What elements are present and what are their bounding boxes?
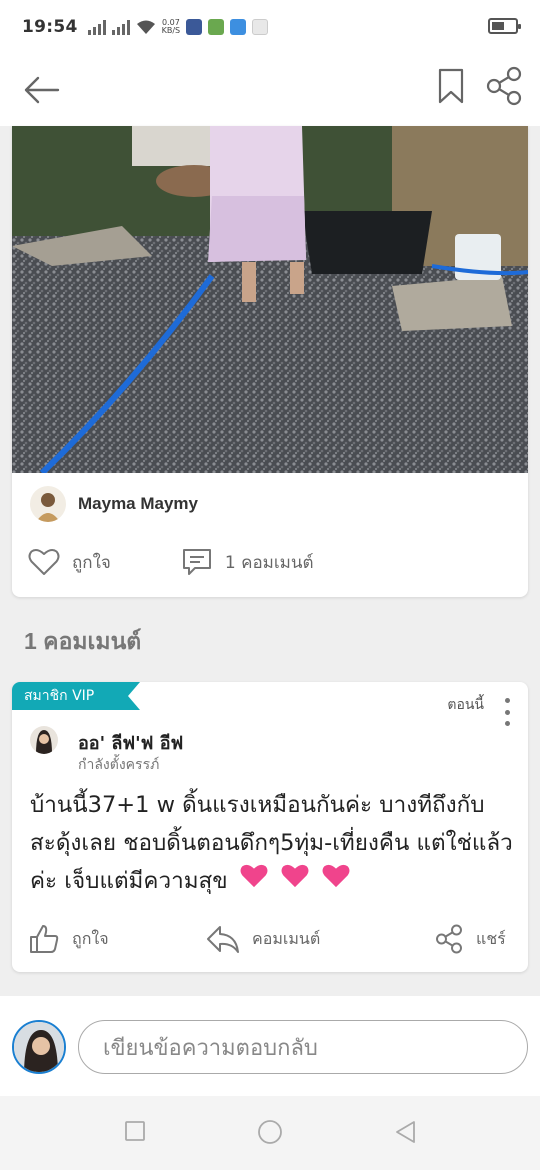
comment-text: บ้านนี้37+1 w ดิ้นแรงเหมือนกันค่ะ บางทีถ… (30, 792, 513, 894)
home-button[interactable] (256, 1120, 284, 1148)
post-like-label: ถูกใจ (72, 552, 111, 573)
heart-icon (28, 548, 60, 575)
post-card: Mayma Maymy ถูกใจ 1 คอมเมนต์ (12, 126, 528, 597)
commenter-avatar[interactable] (30, 726, 58, 754)
post-actions: ถูกใจ 1 คอมเมนต์ (28, 540, 508, 584)
author-name[interactable]: Mayma Maymy (78, 494, 198, 514)
comment-body: บ้านนี้37+1 w ดิ้นแรงเหมือนกันค่ะ บางทีถ… (30, 786, 516, 901)
sparkling-heart-icon (280, 863, 310, 901)
reply-bar: เขียนข้อความตอบกลับ (0, 996, 540, 1096)
share-button[interactable] (484, 66, 524, 106)
status-icons: 0.07 KB/S (87, 19, 269, 35)
share-icon (436, 924, 462, 954)
app-notification-icon (208, 19, 225, 35)
bookmark-button[interactable] (436, 66, 466, 106)
thumbs-up-icon (30, 925, 59, 953)
commenter-name[interactable]: ออ' ลีฟ'ฟ อีฟ (78, 728, 183, 757)
app-heart-icon (252, 19, 269, 35)
reply-input[interactable]: เขียนข้อความตอบกลับ (78, 1020, 528, 1074)
comment-reply-label: คอมเมนต์ (252, 928, 321, 948)
post-author[interactable]: Mayma Maymy (30, 486, 198, 522)
comment-like-button[interactable]: ถูกใจ (28, 924, 109, 954)
comment-bubble-icon (182, 549, 211, 575)
sparkling-heart-icon (239, 863, 269, 901)
network-speed: 0.07 KB/S (162, 19, 181, 35)
app-bar (0, 54, 540, 126)
bookmark-icon (438, 68, 464, 104)
post-comment-count: 1 คอมเมนต์ (224, 552, 314, 573)
comment-share-label: แชร์ (476, 928, 506, 948)
comment-like-label: ถูกใจ (72, 928, 109, 948)
commenter-status: กำลังตั้งครรภ์ (78, 757, 160, 773)
more-options-icon[interactable] (502, 698, 512, 726)
wifi-icon (136, 20, 155, 34)
system-nav-bar (0, 1096, 540, 1170)
post-comment-button[interactable]: 1 คอมเมนต์ (181, 547, 314, 577)
back-button[interactable] (20, 68, 64, 112)
battery-icon (488, 18, 521, 34)
comment-card: สมาชิก VIP ตอนนี้ ออ' ลีฟ'ฟ อีฟ กำลังตั้… (12, 682, 528, 972)
share-icon (486, 66, 522, 106)
status-bar: 19:54 0.07 KB/S (0, 0, 540, 54)
vip-badge: สมาชิก VIP (12, 682, 140, 710)
comment-time: ตอนนี้ (447, 697, 484, 713)
signal-icon (87, 19, 106, 35)
speed-unit: KB/S (161, 26, 181, 35)
comment-share-button[interactable]: แชร์ (434, 924, 506, 954)
comments-count-heading: 1 คอมเมนต์ (24, 628, 142, 654)
arrow-left-icon (24, 76, 60, 104)
comment-reply-button[interactable]: คอมเมนต์ (206, 924, 320, 954)
avatar[interactable] (30, 486, 66, 522)
my-avatar[interactable] (12, 1020, 66, 1074)
messenger-icon (230, 19, 247, 35)
reply-arrow-icon (207, 926, 239, 953)
post-photo[interactable] (12, 126, 528, 473)
post-like-button[interactable]: ถูกใจ (28, 548, 111, 576)
sparkling-heart-icon (321, 863, 351, 901)
status-time: 19:54 (22, 17, 78, 37)
facebook-icon (186, 19, 203, 35)
nav-back-button[interactable] (394, 1120, 418, 1144)
comment-actions: ถูกใจ คอมเมนต์ แชร์ (28, 920, 512, 960)
recent-apps-button[interactable] (124, 1120, 146, 1142)
signal-icon-2 (111, 19, 130, 35)
